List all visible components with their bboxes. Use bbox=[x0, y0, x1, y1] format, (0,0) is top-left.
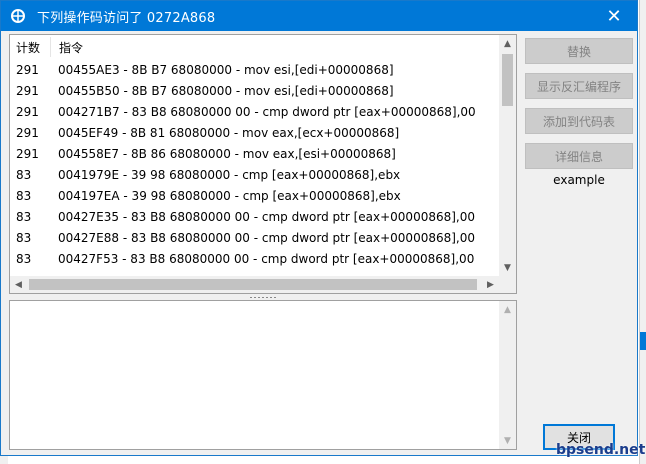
title-bar[interactable]: 下列操作码访问了 0272A868 ✕ bbox=[1, 1, 637, 31]
row-count: 291 bbox=[16, 62, 39, 77]
table-row[interactable]: 291 004271B7 - 83 B8 68080000 00 - cmp dw… bbox=[10, 101, 499, 122]
table-row[interactable]: 291 004558E7 - 8B 86 68080000 - mov eax,[… bbox=[10, 143, 499, 164]
row-instruction: 004271B7 - 83 B8 68080000 00 - cmp dword… bbox=[58, 104, 476, 119]
example-label: example bbox=[553, 173, 605, 187]
scroll-up-icon[interactable]: ▲ bbox=[499, 35, 516, 52]
list-rows: 291 00455AE3 - 8B B7 68080000 - mov esi,[… bbox=[10, 59, 499, 276]
list-header: 计数 指令 bbox=[10, 35, 499, 59]
info-text-area[interactable]: ▲ ▼ bbox=[9, 300, 517, 450]
table-row[interactable]: 291 00455B50 - 8B B7 68080000 - mov esi,[… bbox=[10, 80, 499, 101]
watermark: bpsend.net bbox=[556, 442, 646, 458]
table-row[interactable]: 83 0041979E - 39 98 68080000 - cmp [eax+0… bbox=[10, 164, 499, 185]
row-count: 291 bbox=[16, 104, 39, 119]
window-title: 下列操作码访问了 0272A868 bbox=[37, 10, 216, 26]
row-instruction: 00427F53 - 83 B8 68080000 00 - cmp dword… bbox=[58, 251, 475, 266]
scroll-thumb[interactable] bbox=[29, 279, 477, 290]
add-to-codelist-button[interactable]: 添加到代码表 bbox=[525, 108, 633, 134]
list-horizontal-scrollbar[interactable]: ◀ ▶ bbox=[10, 276, 499, 293]
scroll-left-icon[interactable]: ◀ bbox=[10, 276, 27, 293]
scroll-up-icon[interactable]: ▲ bbox=[499, 301, 516, 318]
column-header-count[interactable]: 计数 bbox=[10, 39, 50, 56]
column-header-instruction[interactable]: 指令 bbox=[51, 39, 499, 56]
row-count: 291 bbox=[16, 125, 39, 140]
cheat-engine-icon bbox=[9, 7, 27, 25]
scroll-right-icon[interactable]: ▶ bbox=[482, 276, 499, 293]
row-instruction: 00455B50 - 8B B7 68080000 - mov esi,[edi… bbox=[58, 83, 394, 98]
table-row[interactable]: 83 00427E35 - 83 B8 68080000 00 - cmp dwo… bbox=[10, 206, 499, 227]
row-count: 83 bbox=[16, 230, 32, 245]
row-instruction: 0041979E - 39 98 68080000 - cmp [eax+000… bbox=[58, 167, 401, 182]
row-count: 83 bbox=[16, 251, 32, 266]
scroll-down-icon[interactable]: ▼ bbox=[499, 259, 516, 276]
row-instruction: 0045EF49 - 8B 81 68080000 - mov eax,[ecx… bbox=[58, 125, 400, 140]
row-count: 83 bbox=[16, 188, 32, 203]
background-window-right bbox=[639, 0, 646, 464]
table-row[interactable]: 291 00455AE3 - 8B B7 68080000 - mov esi,[… bbox=[10, 59, 499, 80]
scroll-thumb[interactable] bbox=[502, 54, 513, 106]
row-count: 291 bbox=[16, 146, 39, 161]
splitter-handle[interactable] bbox=[249, 296, 277, 299]
opcode-access-dialog: 下列操作码访问了 0272A868 ✕ 计数 指令 291 00455AE3 - … bbox=[0, 0, 638, 456]
table-row[interactable]: 291 0045EF49 - 8B 81 68080000 - mov eax,[… bbox=[10, 122, 499, 143]
details-button[interactable]: 详细信息 bbox=[525, 143, 633, 169]
row-count: 83 bbox=[16, 167, 32, 182]
row-count: 291 bbox=[16, 83, 39, 98]
info-vertical-scrollbar[interactable]: ▲ ▼ bbox=[499, 301, 516, 449]
table-row[interactable]: 83 00427E88 - 83 B8 68080000 00 - cmp dwo… bbox=[10, 227, 499, 248]
background-selection bbox=[640, 332, 646, 350]
show-disassembler-button[interactable]: 显示反汇编程序 bbox=[525, 73, 633, 99]
table-row[interactable]: 83 004197EA - 39 98 68080000 - cmp [eax+0… bbox=[10, 185, 499, 206]
table-row[interactable]: 83 00427F53 - 83 B8 68080000 00 - cmp dwo… bbox=[10, 248, 499, 269]
row-count: 83 bbox=[16, 209, 32, 224]
row-instruction: 00455AE3 - 8B B7 68080000 - mov esi,[edi… bbox=[58, 62, 394, 77]
instruction-list[interactable]: 计数 指令 291 00455AE3 - 8B B7 68080000 - mov… bbox=[9, 34, 517, 294]
row-instruction: 00427E35 - 83 B8 68080000 00 - cmp dword… bbox=[58, 209, 476, 224]
row-instruction: 004197EA - 39 98 68080000 - cmp [eax+000… bbox=[58, 188, 401, 203]
close-icon[interactable]: ✕ bbox=[591, 1, 637, 31]
scrollbar-corner bbox=[499, 276, 516, 293]
row-instruction: 00427E88 - 83 B8 68080000 00 - cmp dword… bbox=[58, 230, 476, 245]
replace-button[interactable]: 替换 bbox=[525, 38, 633, 64]
list-vertical-scrollbar[interactable]: ▲ ▼ bbox=[499, 35, 516, 276]
row-instruction: 004558E7 - 8B 86 68080000 - mov eax,[esi… bbox=[58, 146, 396, 161]
scroll-down-icon[interactable]: ▼ bbox=[499, 432, 516, 449]
